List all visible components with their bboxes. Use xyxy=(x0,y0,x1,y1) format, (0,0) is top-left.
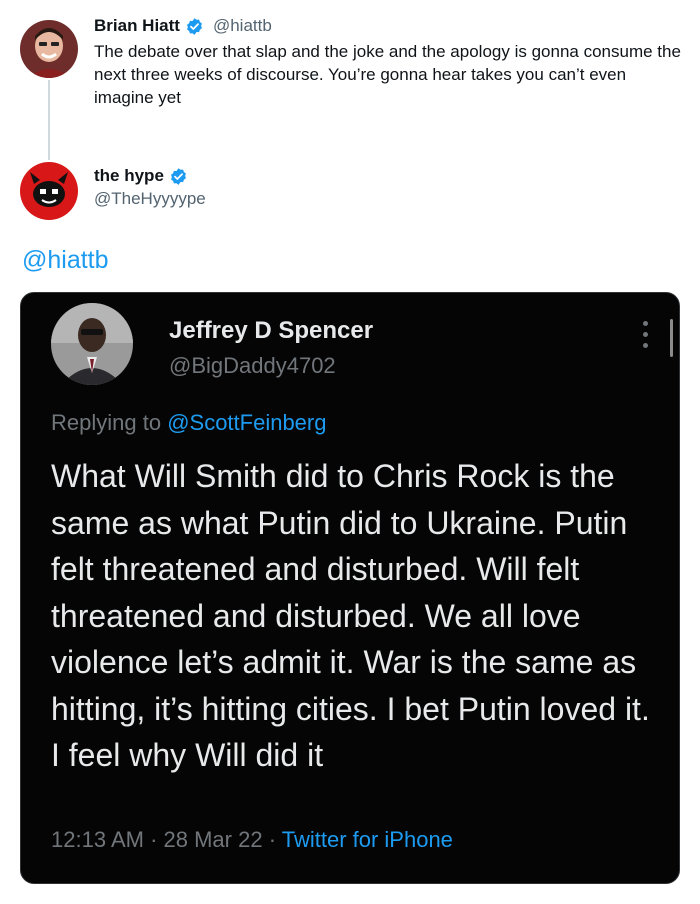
embedded-tweet-image[interactable]: Jeffrey D Spencer @BigDaddy4702 Replying… xyxy=(20,292,680,884)
author-handle[interactable]: @hiattb xyxy=(213,16,272,36)
author-handle[interactable]: @TheHyyyype xyxy=(94,189,206,209)
embedded-tweet-meta: 12:13 AM · 28 Mar 22 · Twitter for iPhon… xyxy=(51,827,453,853)
person-avatar-icon xyxy=(51,303,133,385)
tweet-time: 12:13 AM xyxy=(51,827,144,852)
person-avatar-icon xyxy=(20,20,78,78)
scrollbar-fragment xyxy=(670,319,673,357)
verified-badge-icon xyxy=(187,17,202,35)
author-name[interactable]: Brian Hiatt xyxy=(94,16,180,36)
author-name[interactable]: the hype xyxy=(94,166,164,186)
verified-badge-icon xyxy=(170,167,186,185)
replying-mention: @ScottFeinberg xyxy=(167,410,327,435)
replying-to-line: Replying to @ScottFeinberg xyxy=(51,410,326,436)
more-options-icon xyxy=(643,321,651,348)
replying-prefix: Replying to xyxy=(51,410,168,435)
tweet-main-header: Brian Hiatt @hiattb xyxy=(94,16,684,36)
tweet-main[interactable]: Brian Hiatt @hiattb The debate over that… xyxy=(94,16,684,109)
tweet-text: The debate over that slap and the joke a… xyxy=(94,42,681,107)
reply-mention-link[interactable]: @hiattb xyxy=(22,246,109,275)
tweet-reply[interactable]: the hype @TheHyyyype xyxy=(94,166,206,209)
avatar-the-hype[interactable] xyxy=(20,162,78,220)
embedded-tweet-text: What Will Smith did to Chris Rock is the… xyxy=(51,458,650,773)
meta-separator: · xyxy=(262,827,282,852)
tweet-source: Twitter for iPhone xyxy=(281,827,453,852)
avatar-brian-hiatt[interactable] xyxy=(20,20,78,78)
embedded-avatar xyxy=(51,303,133,385)
devil-logo-icon xyxy=(20,162,78,220)
meta-separator: · xyxy=(143,827,164,852)
embedded-author-name: Jeffrey D Spencer xyxy=(169,317,374,344)
thread-connector-line xyxy=(48,80,50,160)
embedded-author-handle: @BigDaddy4702 xyxy=(169,353,336,378)
tweet-date: 28 Mar 22 xyxy=(163,827,263,852)
tweet-reply-header: the hype xyxy=(94,166,206,186)
